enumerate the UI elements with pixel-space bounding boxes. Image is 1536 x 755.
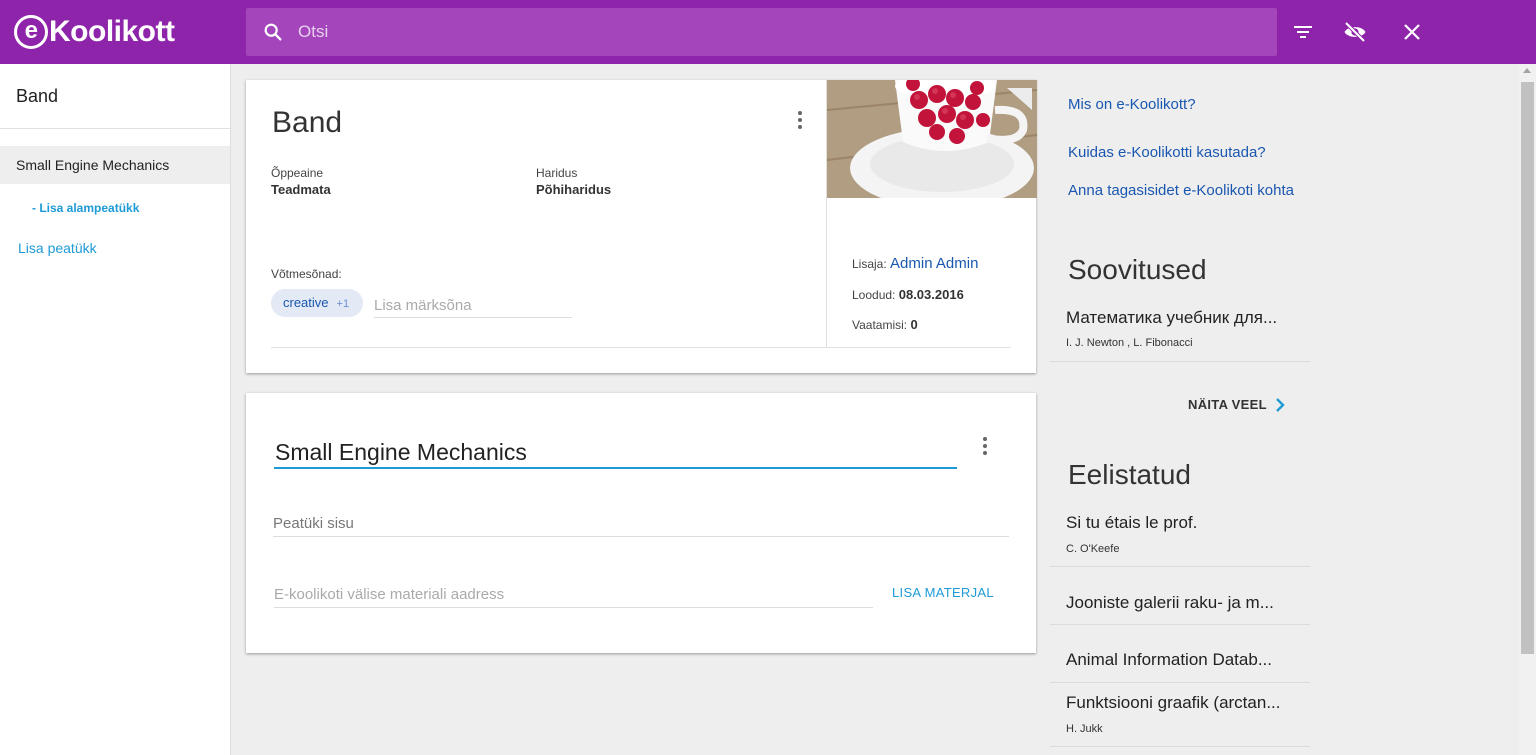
top-bar: e Koolikott: [0, 0, 1536, 64]
chevron-right-icon: [1275, 397, 1285, 412]
card-divider: [271, 347, 1011, 348]
views-value: 0: [910, 317, 918, 332]
subject-label: Õppeaine: [271, 166, 324, 180]
favorite-author: H. Jukk: [1066, 723, 1103, 735]
keyword-chip[interactable]: creative +1: [271, 289, 364, 317]
search-box[interactable]: [246, 8, 1277, 56]
logo-mark: e: [14, 15, 48, 49]
sidebar-add-subchapter[interactable]: - Lisa alampeatükk: [32, 201, 139, 215]
added-by-link[interactable]: Admin Admin: [890, 255, 978, 272]
help-link-feedback[interactable]: Anna tagasisidet e-Koolikoti kohta: [1068, 181, 1298, 201]
chapter-content-input[interactable]: [273, 511, 1009, 537]
eye-off-icon[interactable]: [1343, 20, 1367, 44]
favorite-title: Funktsiooni graafik (arctan...: [1066, 693, 1281, 712]
favorite-author: C. O'Keefe: [1066, 543, 1120, 555]
favorite-title: Jooniste galerii raku- ja m...: [1066, 593, 1274, 612]
chapter-card: LISA MATERJAL: [246, 393, 1036, 653]
material-side-panel: Lisaja: Admin Admin Loodud: 08.03.2016 V…: [826, 80, 1037, 347]
created-date: Loodud: 08.03.2016: [852, 287, 964, 302]
filter-icon[interactable]: [1291, 20, 1315, 44]
material-url-input[interactable]: [274, 582, 873, 608]
add-material-button[interactable]: LISA MATERJAL: [892, 585, 994, 600]
sidebar-item-chapter[interactable]: Small Engine Mechanics: [0, 146, 230, 184]
recommendation-title: Математика учебник для...: [1066, 308, 1278, 327]
scroll-up-arrow[interactable]: [1523, 68, 1531, 73]
scrollbar-thumb[interactable]: [1521, 82, 1534, 654]
favorite-item[interactable]: Animal Information Datab...: [1050, 625, 1310, 683]
right-column: Mis on e-Koolikott? Kuidas e-Koolikotti …: [1050, 64, 1310, 755]
favorite-title: Animal Information Datab...: [1066, 650, 1272, 669]
added-by: Lisaja: Admin Admin: [852, 255, 978, 272]
keyword-chip-extra: +1: [336, 298, 350, 310]
show-more-button[interactable]: NÄITA VEEL: [1188, 397, 1285, 412]
chapter-title-input[interactable]: [274, 437, 957, 469]
added-by-label: Lisaja:: [852, 257, 887, 271]
recommendations-heading: Soovitused: [1068, 254, 1207, 285]
recommendation-author: I. J. Newton , L. Fibonacci: [1066, 337, 1193, 349]
views-count: Vaatamisi: 0: [852, 317, 918, 332]
favorite-item[interactable]: Si tu étais le prof. C. O'Keefe: [1050, 502, 1310, 567]
close-icon[interactable]: [1400, 20, 1424, 44]
sidebar-divider: [0, 128, 230, 129]
created-label: Loodud:: [852, 288, 896, 302]
logo-text: Koolikott: [49, 15, 175, 48]
help-link-how[interactable]: Kuidas e-Koolikotti kasutada?: [1068, 143, 1298, 163]
search-input[interactable]: [298, 8, 1258, 56]
help-link-what[interactable]: Mis on e-Koolikott?: [1068, 95, 1298, 115]
logo[interactable]: e Koolikott: [14, 12, 175, 52]
education-label: Haridus: [536, 166, 578, 180]
education-value: Põhiharidus: [536, 182, 612, 197]
sidebar-title[interactable]: Band: [16, 86, 58, 107]
sidebar-item-label: Small Engine Mechanics: [16, 157, 170, 173]
material-card: Band Õppeaine Teadmata Haridus Põhiharid…: [246, 80, 1037, 373]
keywords-label: Võtmesõnad:: [271, 267, 342, 281]
sidebar: Band Small Engine Mechanics - Lisa alamp…: [0, 64, 231, 755]
sidebar-add-chapter[interactable]: Lisa peatükk: [18, 240, 97, 256]
favorite-title: Si tu étais le prof.: [1066, 513, 1198, 532]
material-thumbnail[interactable]: [827, 80, 1037, 198]
more-vert-icon[interactable]: [797, 110, 803, 130]
favorite-item[interactable]: Jooniste galerii raku- ja m...: [1050, 567, 1310, 625]
recommendation-item[interactable]: Математика учебник для... I. J. Newton ,…: [1050, 296, 1310, 362]
favorite-item[interactable]: Funktsiooni graafik (arctan... H. Jukk: [1050, 683, 1310, 747]
views-label: Vaatamisi:: [852, 318, 908, 332]
favorites-heading: Eelistatud: [1068, 459, 1191, 490]
material-title: Band: [272, 106, 343, 139]
more-vert-icon[interactable]: [982, 436, 988, 456]
show-more-label: NÄITA VEEL: [1188, 397, 1267, 412]
keyword-chip-label: creative: [283, 295, 329, 310]
created-value: 08.03.2016: [898, 287, 964, 302]
keyword-input[interactable]: [374, 294, 572, 318]
subject-value: Teadmata: [271, 182, 331, 197]
search-icon: [264, 23, 282, 41]
